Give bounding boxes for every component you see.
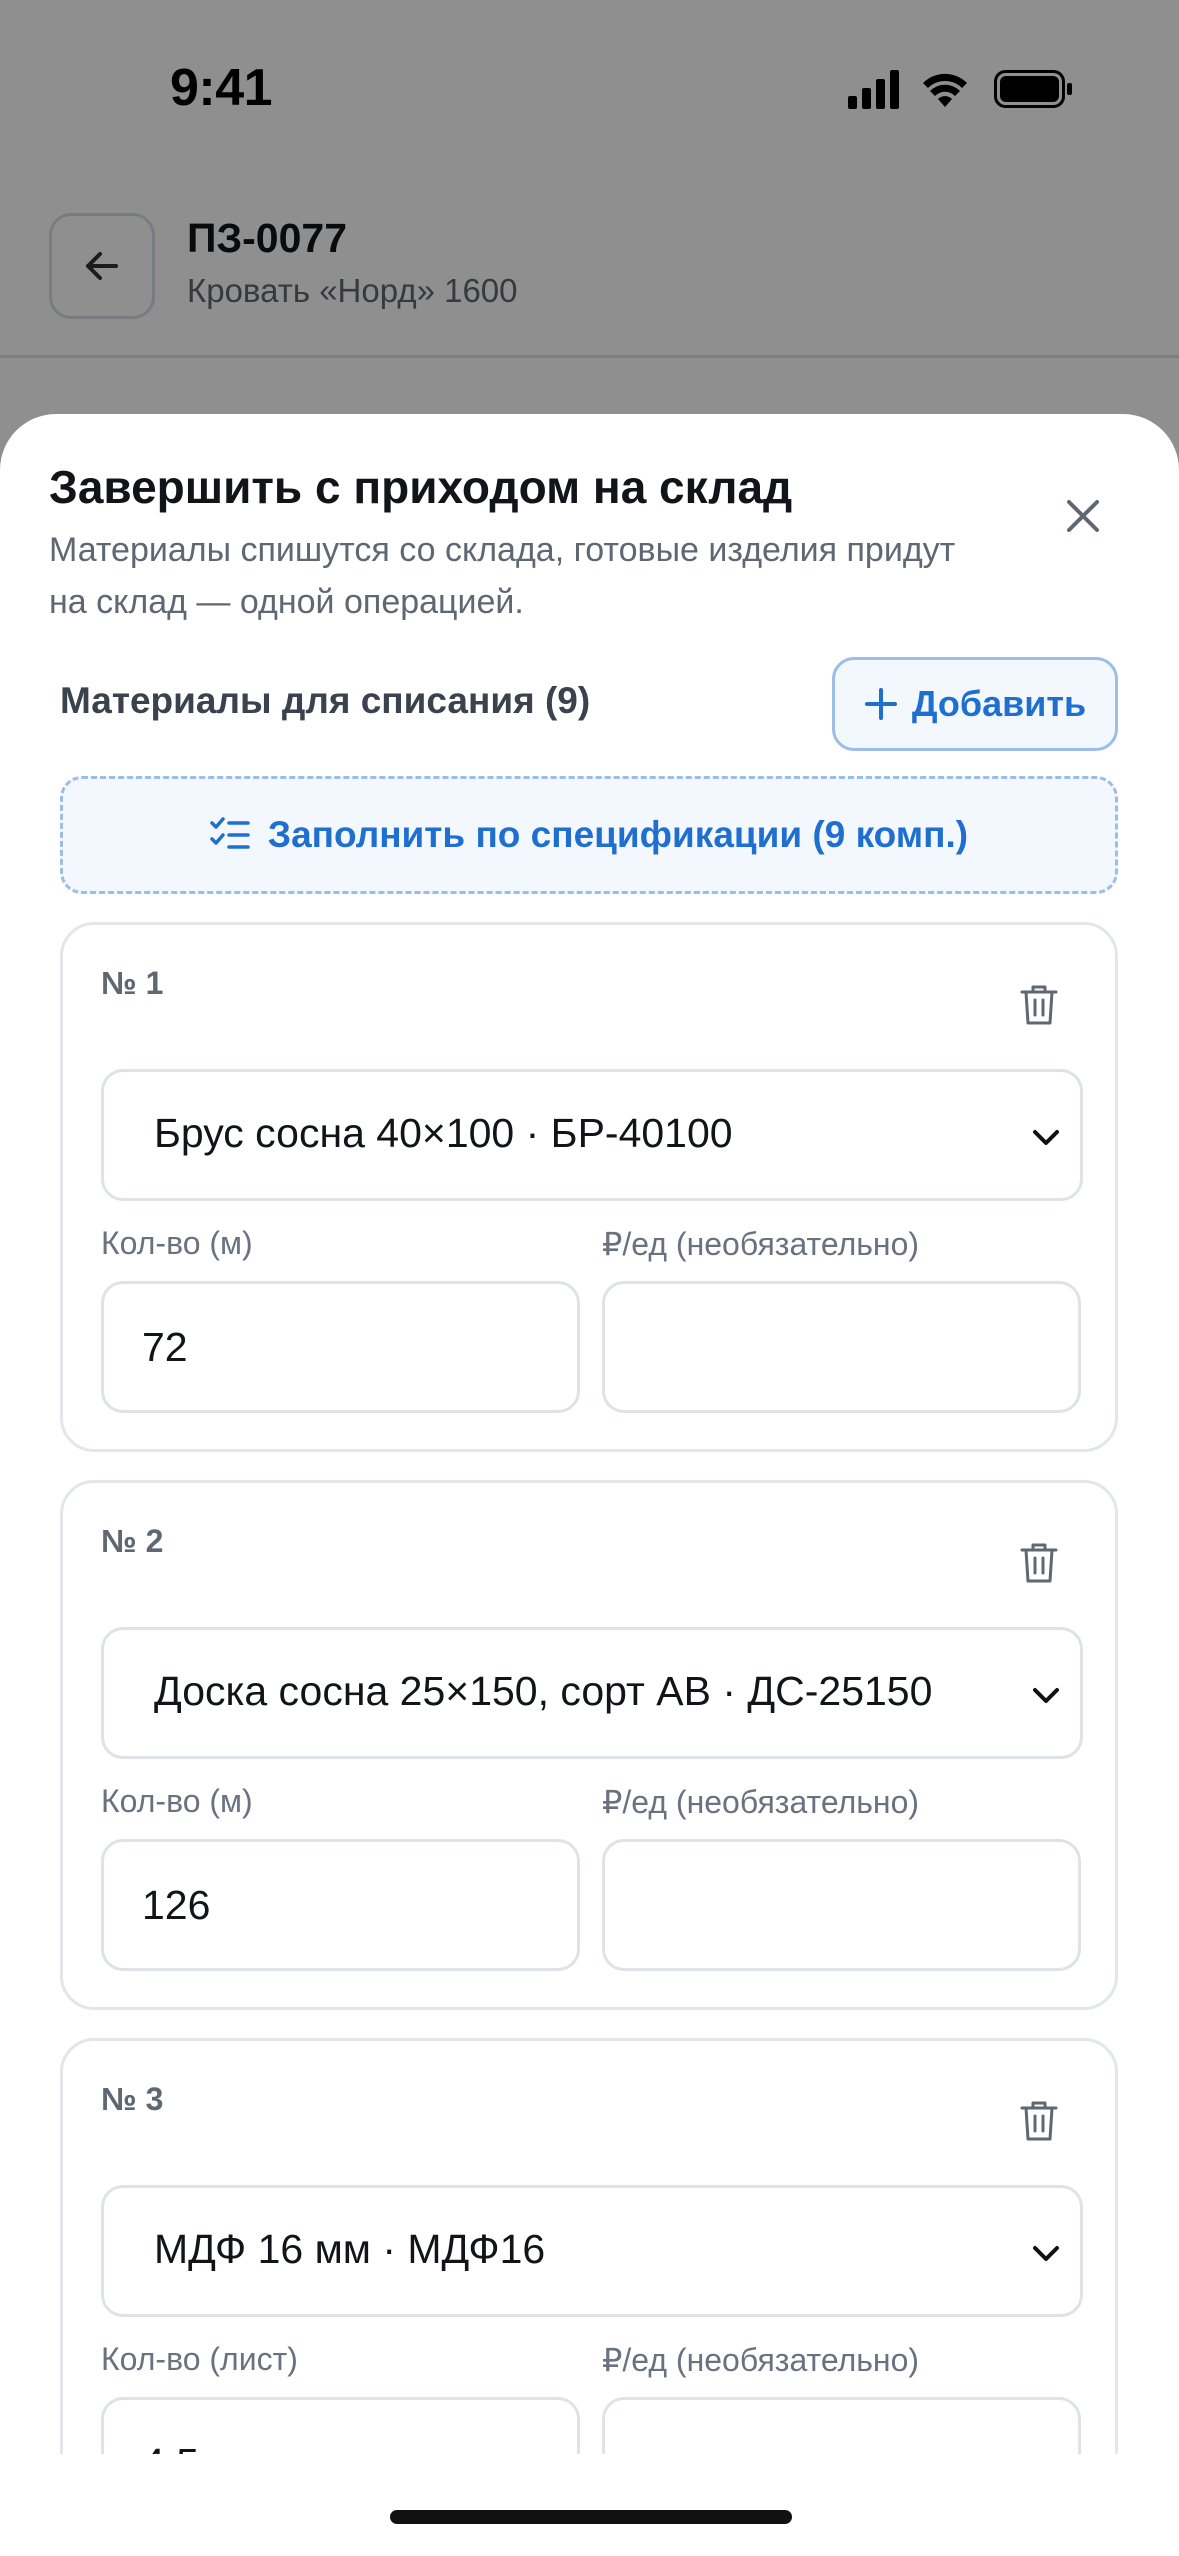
add-material-button[interactable]: Добавить	[832, 657, 1118, 751]
qty-label: Кол-во (м)	[101, 1783, 253, 1819]
close-icon	[1067, 500, 1099, 532]
material-select-value: Брус сосна 40×100 · БР-40100	[154, 1110, 733, 1156]
bottom-safe-area	[0, 2454, 1179, 2556]
material-select[interactable]: Доска сосна 25×150, сорт АВ · ДС-25150	[101, 1627, 1083, 1759]
price-label: ₽/ед (необязательно)	[602, 1226, 920, 1262]
chevron-down-icon	[1026, 1120, 1066, 1156]
qty-input[interactable]: 72	[101, 1281, 580, 1413]
qty-value: 126	[142, 1882, 211, 1928]
material-select-value: Доска сосна 25×150, сорт АВ · ДС-25150	[154, 1668, 933, 1714]
home-indicator[interactable]	[390, 2510, 792, 2524]
price-label: ₽/ед (необязательно)	[602, 2342, 920, 2378]
material-card: № 1 Брус сосна 40×100 · БР-40100 Кол-во …	[60, 922, 1118, 1452]
add-material-label: Добавить	[911, 683, 1087, 724]
delete-material-button[interactable]	[1009, 1533, 1069, 1593]
qty-label: Кол-во (лист)	[101, 2341, 298, 2377]
complete-sheet: Завершить с приходом на склад Материалы …	[0, 414, 1179, 2556]
material-number: № 3	[101, 2081, 164, 2117]
qty-input[interactable]: 126	[101, 1839, 580, 1971]
delete-material-button[interactable]	[1009, 2091, 1069, 2151]
material-select[interactable]: МДФ 16 мм · МДФ16	[101, 2185, 1083, 2317]
trash-icon	[1020, 985, 1058, 1025]
price-input[interactable]	[602, 1839, 1081, 1971]
qty-value: 72	[142, 1324, 188, 1370]
fill-from-spec-button[interactable]: Заполнить по спецификации (9 комп.)	[60, 776, 1118, 894]
close-button[interactable]	[1047, 480, 1119, 552]
delete-material-button[interactable]	[1009, 975, 1069, 1035]
sheet-title: Завершить с приходом на склад	[49, 461, 793, 513]
qty-label: Кол-во (м)	[101, 1225, 253, 1261]
fill-from-spec-label: Заполнить по спецификации (9 комп.)	[267, 814, 969, 855]
sheet-description: Материалы спишутся со склада, готовые из…	[49, 531, 956, 621]
price-input[interactable]	[602, 1281, 1081, 1413]
material-select-value: МДФ 16 мм · МДФ16	[154, 2226, 546, 2272]
trash-icon	[1020, 2101, 1058, 2141]
material-card: № 2 Доска сосна 25×150, сорт АВ · ДС-251…	[60, 1480, 1118, 2010]
price-label: ₽/ед (необязательно)	[602, 1784, 920, 1820]
chevron-down-icon	[1026, 2236, 1066, 2272]
material-number: № 2	[101, 1523, 164, 1559]
material-select[interactable]: Брус сосна 40×100 · БР-40100	[101, 1069, 1083, 1201]
plus-icon	[864, 688, 897, 720]
chevron-down-icon	[1026, 1678, 1066, 1714]
trash-icon	[1020, 1543, 1058, 1583]
materials-section-label: Материалы для списания (9)	[60, 680, 591, 721]
material-number: № 1	[101, 965, 164, 1001]
checklist-icon	[210, 817, 250, 849]
